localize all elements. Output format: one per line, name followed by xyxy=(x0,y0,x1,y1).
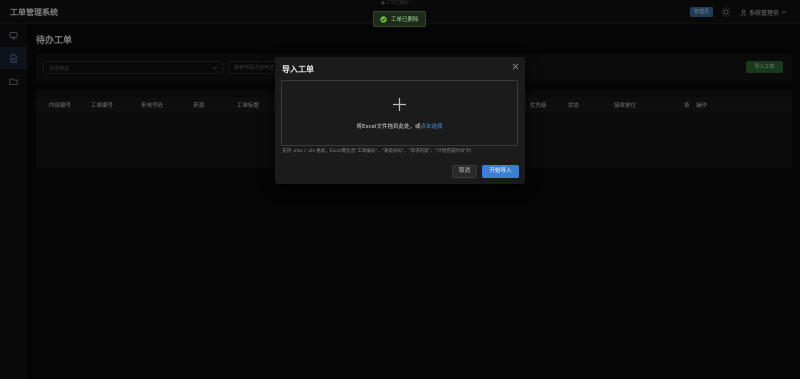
toast-message: 工单已删除 xyxy=(391,17,419,23)
toast-ghost-text: ● 工单已删除 xyxy=(381,1,409,6)
start-import-button[interactable]: 开始导入 xyxy=(482,165,519,178)
format-hint: 支持 .xlsx / .xls 格式，Excel需包含"工单编号"、"来电号码"… xyxy=(282,149,471,154)
select-file-link[interactable]: 点击选择 xyxy=(421,124,443,130)
plus-icon xyxy=(393,98,406,111)
drop-text: 将Excel文件拖到此处，或 xyxy=(356,124,421,130)
cancel-button[interactable]: 取消 xyxy=(452,165,477,178)
drop-instructions: 将Excel文件拖到此处，或点击选择 xyxy=(281,122,518,130)
dialog-title: 导入工单 xyxy=(282,65,314,74)
check-circle-icon xyxy=(380,15,387,23)
success-toast: 工单已删除 xyxy=(373,11,426,27)
close-icon[interactable] xyxy=(512,63,519,70)
file-drop-zone[interactable] xyxy=(281,80,518,146)
